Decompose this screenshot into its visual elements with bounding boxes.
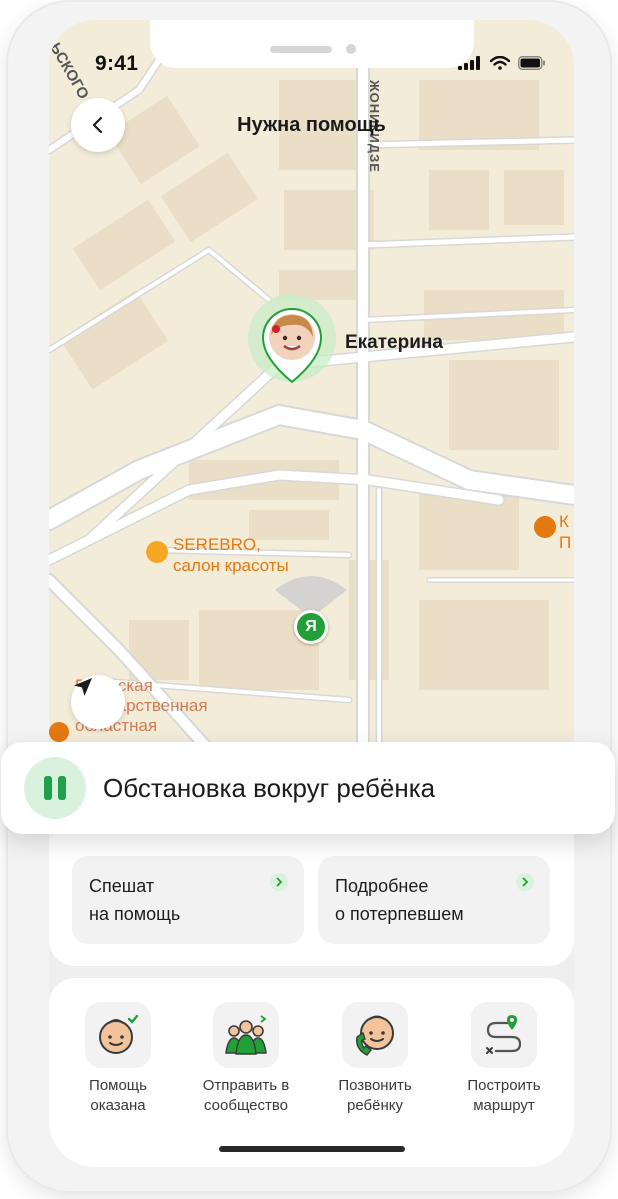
app-screen: ЖОНИКИДЗЕ ЬСКОГО Екатерина SEREBRO, сало… <box>49 20 574 1167</box>
battery-icon <box>518 56 545 70</box>
home-indicator[interactable] <box>219 1146 405 1152</box>
call-child-label: Позвонить ребёнку <box>338 1077 412 1114</box>
surroundings-audio-banner[interactable]: Обстановка вокруг ребёнка <box>1 742 615 834</box>
victim-details-label: Подробнее о потерпевшем <box>335 876 464 924</box>
navigation-arrow-icon <box>74 678 92 696</box>
surroundings-label: Обстановка вокруг ребёнка <box>103 773 436 803</box>
chevron-right-icon <box>270 873 288 891</box>
status-icons <box>458 56 546 70</box>
help-provided-label: Помощь оказана <box>89 1077 147 1114</box>
pause-bar-left <box>44 776 52 800</box>
salon-poi-icon[interactable] <box>146 541 168 563</box>
child-check-icon <box>85 1002 151 1068</box>
call-child-button[interactable]: Позвонить ребёнку <box>315 1002 435 1116</box>
phone-frame: ЖОНИКИДЗЕ ЬСКОГО Екатерина SEREBRO, сало… <box>6 0 612 1193</box>
rushing-to-help-label: Спешат на помощь <box>89 876 181 924</box>
build-route-label: Построить маршрут <box>467 1077 541 1114</box>
route-icon <box>471 1002 537 1068</box>
device-notch <box>150 20 474 68</box>
status-time: 9:41 <box>95 52 139 75</box>
build-route-button[interactable]: Построить маршрут <box>444 1002 564 1116</box>
child-avatar[interactable] <box>268 313 316 361</box>
share-to-community-button[interactable]: Отправить в сообщество <box>186 1002 306 1116</box>
child-call-icon <box>342 1002 408 1068</box>
share-to-community-label: Отправить в сообщество <box>202 1077 290 1114</box>
pause-button[interactable] <box>24 757 86 819</box>
pause-bar-right <box>58 776 66 800</box>
library-poi-icon[interactable] <box>49 722 69 742</box>
salon-poi-label[interactable]: SEREBRO, салон красоты <box>173 534 289 576</box>
my-location-marker[interactable]: Я <box>294 610 328 644</box>
child-name-label: Екатерина <box>345 332 443 353</box>
chevron-right-icon <box>516 873 534 891</box>
page-title: Нужна помощь <box>237 114 386 136</box>
rushing-to-help-card[interactable]: Спешат на помощь <box>72 856 304 944</box>
wifi-icon <box>490 56 510 70</box>
cellular-signal-icon <box>458 56 480 70</box>
front-camera <box>346 44 356 54</box>
victim-details-card[interactable]: Подробнее о потерпевшем <box>318 856 550 944</box>
help-provided-button[interactable]: Помощь оказана <box>58 1002 178 1116</box>
speaker-grille <box>270 46 332 53</box>
cafe-poi-icon[interactable] <box>534 516 556 538</box>
community-share-icon <box>213 1002 279 1068</box>
my-location-button[interactable] <box>71 675 125 729</box>
cafe-poi-label[interactable]: К П <box>559 511 571 553</box>
